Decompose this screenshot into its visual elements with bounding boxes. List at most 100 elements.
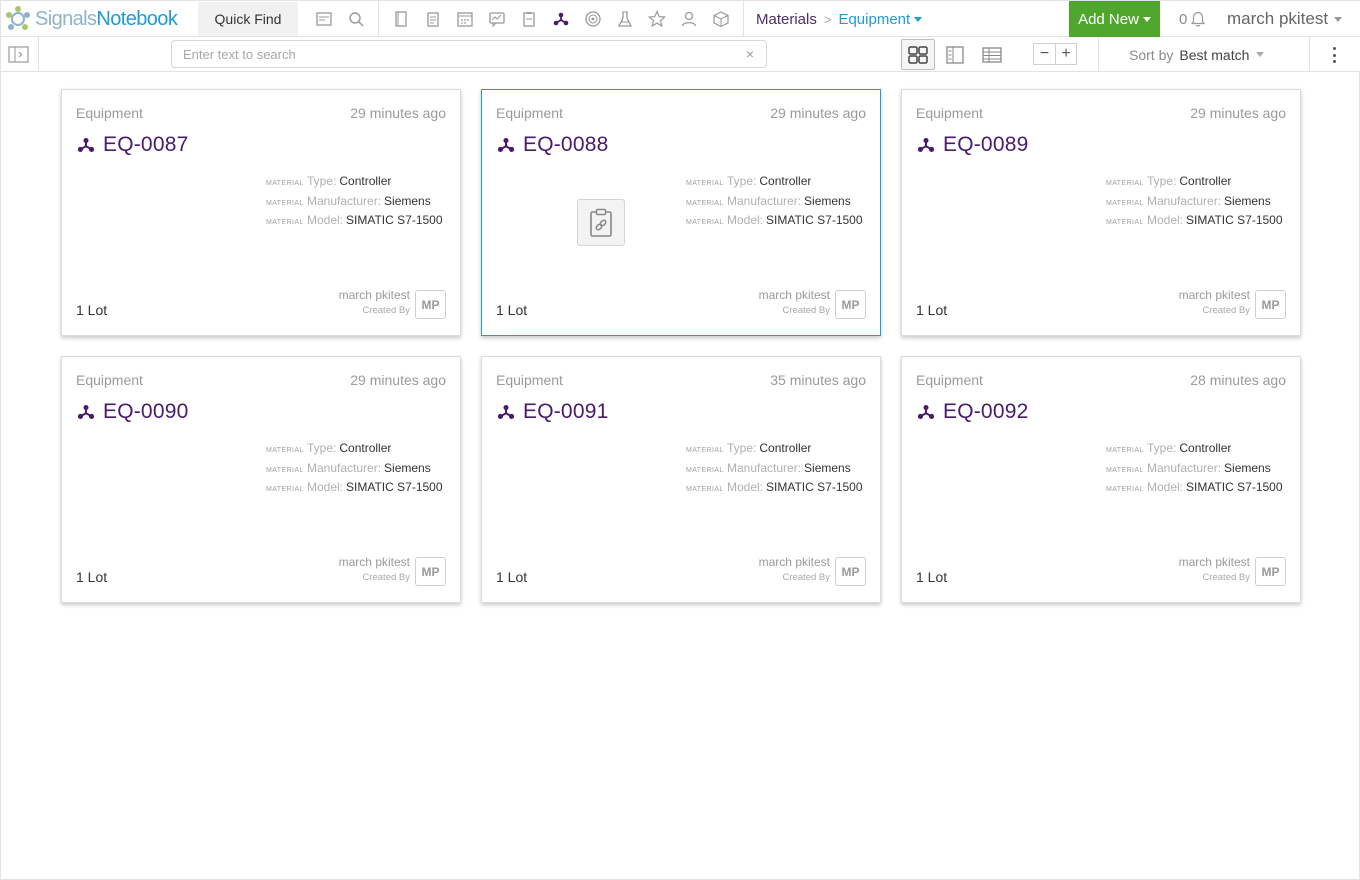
attachment-thumbnail[interactable] — [577, 199, 625, 246]
star-icon[interactable] — [647, 9, 667, 29]
property-value: SIMATIC S7-1500 — [346, 213, 443, 227]
equipment-card[interactable]: Equipment 29 minutes ago EQ-0090 MATERIA… — [61, 356, 461, 603]
table-view-icon — [982, 46, 1002, 63]
grid-view-button[interactable] — [901, 39, 935, 70]
property-manufacturer: MATERIAL Manufacturer: Siemens — [1106, 461, 1286, 481]
user-icon[interactable] — [679, 9, 699, 29]
toolbar-separator — [743, 1, 744, 37]
more-options-icon[interactable] — [1327, 45, 1341, 65]
add-new-button[interactable]: Add New — [1069, 1, 1160, 37]
notification-count: 0 — [1179, 10, 1188, 28]
equipment-card[interactable]: Equipment 29 minutes ago EQ-0089 MATERIA… — [901, 89, 1301, 336]
property-value: Siemens — [1224, 460, 1271, 475]
property-key: Manufacturer: — [1147, 193, 1222, 208]
sort-dropdown[interactable]: Best match — [1179, 47, 1265, 63]
materials-icon — [917, 138, 935, 152]
panel-toggle-icon[interactable] — [8, 46, 29, 63]
notifications-button[interactable]: 0 — [1179, 1, 1207, 37]
creator-role: Created By — [362, 572, 410, 583]
notebook-tile-icon[interactable] — [314, 9, 334, 29]
card-title[interactable]: EQ-0088 — [496, 133, 608, 157]
card-title[interactable]: EQ-0089 — [916, 133, 1028, 157]
property-key: Model: — [1147, 213, 1184, 227]
list-detail-view-button[interactable] — [938, 39, 972, 70]
property-tag: MATERIAL — [686, 199, 724, 207]
card-id: EQ-0088 — [523, 133, 609, 156]
search-input[interactable] — [172, 41, 712, 67]
quick-find-button[interactable]: Quick Find — [198, 2, 298, 36]
avatar: MP — [835, 557, 866, 586]
notebook-icon[interactable] — [391, 9, 411, 29]
card-title[interactable]: EQ-0091 — [496, 400, 608, 424]
logo-mark-icon — [3, 4, 33, 34]
card-lot-count[interactable]: 1 Lot — [496, 569, 527, 585]
card-lot-count[interactable]: 1 Lot — [916, 569, 947, 585]
breadcrumb-equipment-dropdown[interactable]: Equipment — [838, 10, 923, 28]
chat-icon[interactable] — [487, 9, 507, 29]
materials-icon — [917, 405, 935, 419]
property-tag: MATERIAL — [1106, 466, 1144, 474]
property-value: Siemens — [384, 193, 431, 208]
property-type: MATERIAL Type: Controller — [266, 441, 446, 461]
card-creator: march pkitest Created By — [339, 288, 410, 316]
property-tag: MATERIAL — [266, 447, 304, 454]
clear-search-icon[interactable]: × — [746, 46, 754, 62]
property-key: Manufacturer: — [727, 193, 802, 208]
box-icon[interactable] — [711, 9, 731, 29]
breadcrumb-materials[interactable]: Materials — [756, 11, 817, 28]
card-lot-count[interactable]: 1 Lot — [76, 569, 107, 585]
card-lot-count[interactable]: 1 Lot — [496, 302, 527, 318]
user-menu[interactable]: march pkitest — [1227, 1, 1343, 37]
zoom-controls: − + — [1033, 43, 1077, 65]
property-manufacturer: MATERIAL Manufacturer: Siemens — [686, 194, 866, 214]
card-id: EQ-0092 — [943, 400, 1029, 423]
property-value: Controller — [339, 441, 392, 455]
search-icon[interactable] — [346, 9, 366, 29]
property-value: Siemens — [804, 460, 851, 475]
avatar: MP — [835, 290, 866, 319]
card-id: EQ-0087 — [103, 133, 189, 156]
property-manufacturer: MATERIAL Manufacturer: Siemens — [686, 461, 866, 481]
flask-icon[interactable] — [615, 9, 635, 29]
property-tag: MATERIAL — [266, 486, 304, 493]
user-name: march pkitest — [1227, 9, 1329, 28]
property-value: SIMATIC S7-1500 — [766, 480, 863, 494]
property-key: Manufacturer: — [307, 193, 382, 208]
property-tag: MATERIAL — [266, 199, 304, 207]
calendar-icon[interactable] — [455, 9, 475, 29]
property-key: Model: — [727, 213, 764, 227]
materials-icon[interactable] — [551, 9, 571, 29]
property-key: Type: — [307, 174, 337, 188]
card-title[interactable]: EQ-0090 — [76, 400, 188, 424]
breadcrumb-equipment-label: Equipment — [838, 10, 911, 28]
property-value: SIMATIC S7-1500 — [1186, 480, 1283, 494]
creator-role: Created By — [362, 305, 410, 316]
table-view-button[interactable] — [975, 39, 1009, 70]
card-title[interactable]: EQ-0087 — [76, 133, 188, 157]
equipment-card[interactable]: Equipment 29 minutes ago EQ-0088 MATERIA… — [481, 89, 881, 336]
property-value: SIMATIC S7-1500 — [766, 213, 863, 227]
card-timestamp: 35 minutes ago — [770, 372, 866, 388]
property-key: Manufacturer: — [1147, 460, 1222, 475]
zoom-out-button[interactable]: − — [1034, 44, 1055, 64]
card-creator: march pkitest Created By — [1179, 288, 1250, 316]
toolbar-divider — [38, 37, 39, 72]
clipboard-icon[interactable] — [519, 9, 539, 29]
card-creator: march pkitest Created By — [759, 555, 830, 583]
property-tag: MATERIAL — [1106, 180, 1144, 187]
property-model: MATERIAL Model: SIMATIC S7-1500 — [1106, 480, 1286, 500]
card-title[interactable]: EQ-0092 — [916, 400, 1028, 424]
biology-icon[interactable] — [583, 9, 603, 29]
experiment-icon[interactable] — [423, 9, 443, 29]
card-lot-count[interactable]: 1 Lot — [76, 302, 107, 318]
creator-name: march pkitest — [758, 555, 830, 569]
card-id: EQ-0089 — [943, 133, 1029, 156]
equipment-card[interactable]: Equipment 35 minutes ago EQ-0091 MATERIA… — [481, 356, 881, 603]
card-properties: MATERIAL Type: Controller MATERIAL Manufact… — [686, 174, 866, 233]
zoom-in-button[interactable]: + — [1055, 44, 1076, 64]
property-model: MATERIAL Model: SIMATIC S7-1500 — [1106, 213, 1286, 233]
equipment-card[interactable]: Equipment 29 minutes ago EQ-0087 MATERIA… — [61, 89, 461, 336]
signals-notebook-logo[interactable]: SignalsNotebook — [3, 3, 178, 35]
equipment-card[interactable]: Equipment 28 minutes ago EQ-0092 MATERIA… — [901, 356, 1301, 603]
card-lot-count[interactable]: 1 Lot — [916, 302, 947, 318]
